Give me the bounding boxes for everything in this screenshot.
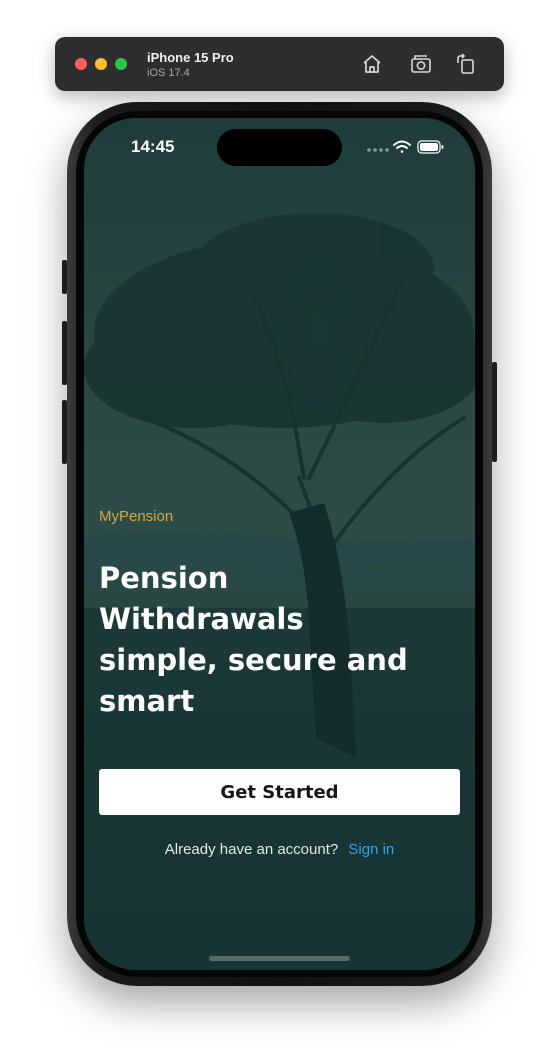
sign-in-link[interactable]: Sign in	[348, 841, 394, 858]
status-icons	[367, 140, 444, 154]
zoom-window-button[interactable]	[115, 58, 127, 70]
minimize-window-button[interactable]	[95, 58, 107, 70]
cellular-signal-icon	[367, 148, 389, 152]
os-version: iOS 17.4	[147, 67, 190, 79]
signin-prompt: Already have an account?	[164, 841, 339, 858]
dynamic-island	[217, 129, 342, 166]
battery-icon	[417, 140, 444, 154]
app-screen: 14:45 MyPension Pension Withdrawals simp…	[84, 118, 475, 970]
get-started-button[interactable]: Get Started	[99, 769, 460, 815]
close-window-button[interactable]	[75, 58, 87, 70]
simulator-toolbar: iPhone 15 Pro iOS 17.4	[55, 37, 504, 91]
page-title: Pension Withdrawals simple, secure and s…	[99, 561, 408, 718]
power-button	[492, 362, 497, 462]
status-time: 14:45	[131, 137, 175, 156]
action-button	[62, 260, 67, 294]
device-name: iPhone 15 Pro	[147, 50, 234, 65]
home-indicator[interactable]	[209, 956, 350, 961]
wifi-icon	[393, 140, 411, 153]
signin-row: Already have an account? Sign in	[84, 841, 475, 858]
screenshot-icon[interactable]	[409, 52, 433, 76]
volume-down-button	[62, 400, 67, 464]
volume-up-button	[62, 321, 67, 385]
brand-label: MyPension	[99, 508, 174, 525]
home-icon[interactable]	[360, 52, 384, 76]
rotate-icon[interactable]	[454, 52, 478, 76]
